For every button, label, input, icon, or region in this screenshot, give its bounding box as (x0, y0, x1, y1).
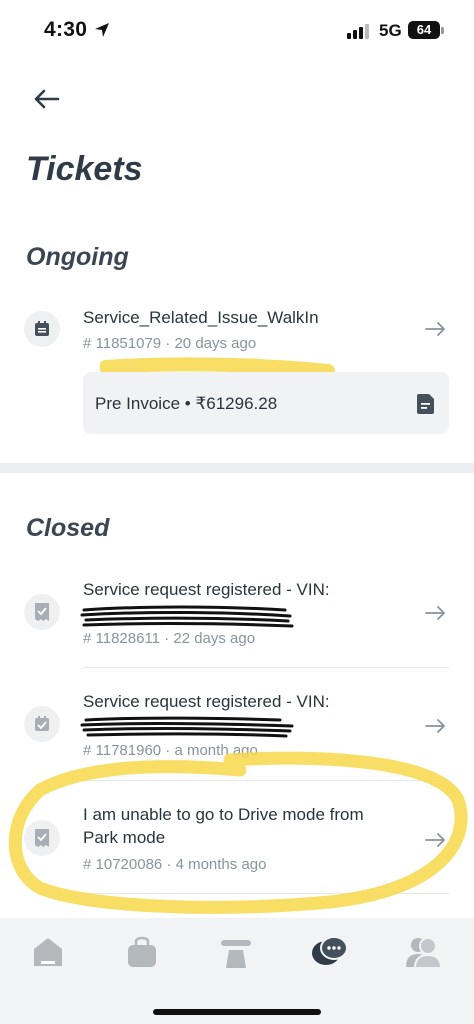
status-time: 4:30 (44, 18, 88, 41)
arrow-right-icon (425, 322, 445, 336)
ticket-meta: # 10720086 · 4 months ago (83, 856, 267, 873)
location-arrow-icon (95, 23, 109, 37)
ticket-meta: # 11781960 · a month ago (83, 742, 258, 759)
status-bar: 4:30 5G 64 (0, 0, 474, 62)
arrow-right-icon (425, 719, 445, 733)
pre-invoice-label: Pre Invoice • ₹61296.28 (95, 394, 278, 413)
receipt-check-icon (24, 594, 60, 630)
ticket-title: I am unable to go to Drive mode from Par… (83, 805, 364, 847)
signal-icon (347, 24, 369, 39)
row-divider (83, 667, 449, 668)
ticket-title: Service request registered - VIN: (83, 580, 330, 599)
bag-icon[interactable] (122, 932, 162, 972)
document-icon (417, 394, 434, 414)
home-icon[interactable] (28, 932, 68, 972)
arrow-right-icon (425, 833, 445, 847)
pre-invoice-card[interactable]: Pre Invoice • ₹61296.28 (83, 372, 449, 434)
row-divider (83, 780, 449, 781)
ticket-meta: # 11851079 · 20 days ago (83, 335, 257, 352)
calendar-icon (24, 311, 60, 347)
battery-icon: 64 (408, 21, 440, 39)
network-type: 5G (379, 21, 402, 40)
chat-icon[interactable] (310, 932, 350, 972)
profile-icon[interactable] (404, 932, 444, 972)
redaction-scribble (80, 605, 294, 628)
ticket-meta: # 11828611 · 22 days ago (83, 630, 256, 647)
vehicle-icon[interactable] (216, 932, 256, 972)
row-divider (83, 893, 449, 894)
receipt-check-icon (24, 820, 60, 856)
home-indicator (153, 1009, 321, 1015)
section-title-ongoing: Ongoing (26, 243, 129, 271)
section-divider (0, 463, 474, 473)
ticket-title: Service request registered - VIN: (83, 692, 330, 711)
ticket-title: Service_Related_Issue_WalkIn (83, 308, 319, 327)
page-title: Tickets (26, 150, 143, 188)
calendar-check-icon (24, 706, 60, 742)
redaction-scribble (80, 716, 294, 738)
back-arrow-icon[interactable] (30, 82, 64, 116)
section-title-closed: Closed (26, 514, 110, 542)
arrow-right-icon (425, 606, 445, 620)
battery-tip (441, 27, 444, 34)
